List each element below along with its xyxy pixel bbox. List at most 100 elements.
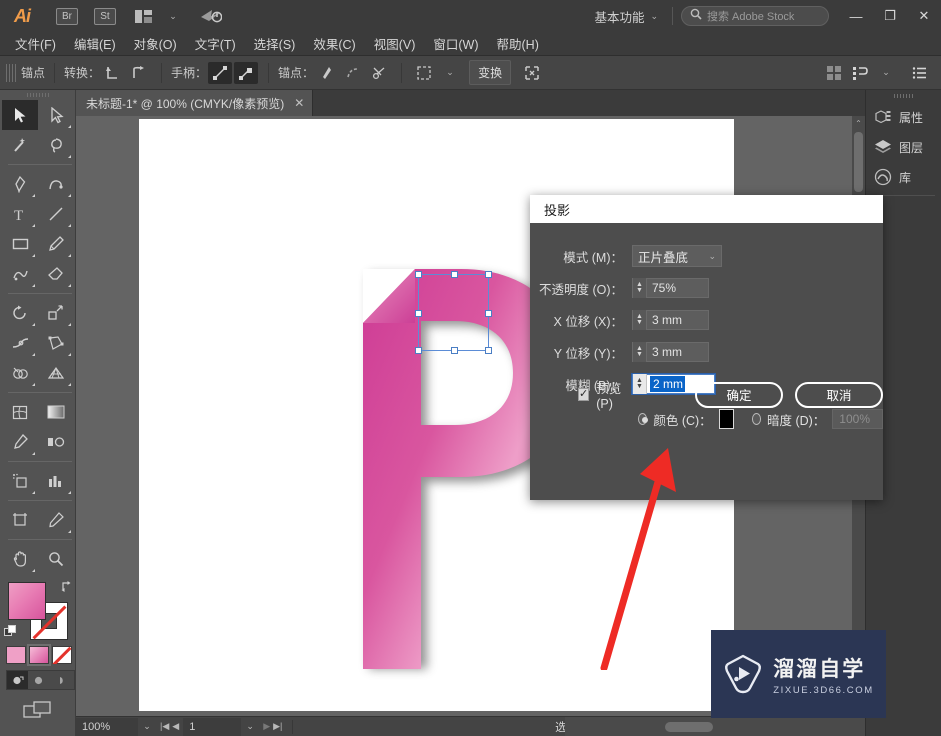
type-tool[interactable]: T [2, 199, 38, 229]
normal-screen-mode-button[interactable] [7, 671, 28, 689]
align-icon[interactable] [822, 62, 846, 84]
hand-tool[interactable] [2, 544, 38, 574]
perspective-grid-tool[interactable] [38, 358, 74, 388]
selection-handle[interactable] [485, 310, 492, 317]
menu-object[interactable]: 对象(O) [125, 31, 186, 56]
menu-file[interactable]: 文件(F) [6, 31, 65, 56]
paintbrush-tool[interactable] [38, 229, 74, 259]
menu-help[interactable]: 帮助(H) [488, 31, 548, 56]
first-page-icon[interactable]: |◀ [160, 721, 169, 732]
page-number-input[interactable]: 1 [183, 717, 242, 736]
canvas-horizontal-scrollbar[interactable] [565, 717, 865, 736]
selection-handle[interactable] [415, 310, 422, 317]
gradient-tool[interactable] [38, 397, 74, 427]
cancel-button[interactable]: 取消 [795, 381, 883, 408]
next-page-icon[interactable]: ▶ [263, 721, 270, 732]
bridge-icon[interactable]: Br [52, 0, 82, 32]
line-segment-tool[interactable] [38, 199, 74, 229]
remove-anchor-icon[interactable] [315, 62, 339, 84]
zoom-tool[interactable] [38, 544, 74, 574]
close-icon[interactable]: ✕ [294, 96, 304, 110]
full-screen-mode-button[interactable] [49, 671, 70, 689]
artboard-tool[interactable] [2, 505, 38, 535]
control-bar-grip[interactable] [6, 63, 16, 82]
zoom-chevron-down-icon[interactable]: ⌄ [138, 721, 156, 732]
connect-paths-icon[interactable] [341, 62, 365, 84]
selection-handle[interactable] [451, 347, 458, 354]
panel-libraries[interactable]: 库 [866, 162, 941, 192]
menu-window[interactable]: 窗口(W) [424, 31, 487, 56]
page-chevron-down-icon[interactable]: ⌄ [241, 721, 259, 732]
panel-properties[interactable]: 属性 [866, 102, 941, 132]
menu-type[interactable]: 文字(T) [186, 31, 245, 56]
opacity-stepper[interactable]: ▲ ▼ [633, 278, 647, 298]
shape-builder-tool[interactable] [2, 358, 38, 388]
ok-button[interactable]: 确定 [695, 381, 783, 408]
zoom-level-input[interactable]: 100% [76, 717, 138, 736]
slice-tool[interactable] [38, 505, 74, 535]
change-screen-mode-icon[interactable] [0, 700, 75, 720]
hide-handles-icon[interactable] [234, 61, 259, 84]
symbol-sprayer-tool[interactable] [2, 466, 38, 496]
last-page-icon[interactable]: ▶| [273, 721, 282, 732]
selection-handle[interactable] [451, 271, 458, 278]
transform-button[interactable]: 变换 [469, 60, 512, 85]
stock-icon[interactable]: St [90, 0, 120, 32]
arrange-chevron-down-icon[interactable]: ⌄ [158, 0, 188, 32]
menu-select[interactable]: 选择(S) [245, 31, 305, 56]
close-button[interactable]: ✕ [907, 0, 941, 32]
document-tab[interactable]: 未标题-1* @ 100% (CMYK/像素预览) ✕ [76, 90, 314, 116]
offset-y-input[interactable]: ▲ ▼ 3 mm [632, 342, 709, 362]
selection-handle[interactable] [485, 271, 492, 278]
chevron-down-icon[interactable]: ⌄ [438, 62, 462, 84]
mesh-tool[interactable] [2, 397, 38, 427]
rectangle-tool[interactable] [2, 229, 38, 259]
scrollbar-thumb[interactable] [665, 722, 713, 732]
magic-wand-tool[interactable] [2, 130, 38, 160]
shaper-tool[interactable] [2, 259, 38, 289]
arrange-objects-icon[interactable] [848, 62, 872, 84]
blend-tool[interactable] [38, 427, 74, 457]
isolate-selected-icon[interactable] [412, 62, 436, 84]
convert-to-smooth-icon[interactable] [127, 62, 151, 84]
none-mode-button[interactable] [52, 646, 72, 664]
show-handles-icon[interactable] [208, 61, 233, 84]
shadow-color-swatch[interactable] [718, 409, 734, 429]
eyedropper-tool[interactable] [2, 427, 38, 457]
scale-tool[interactable] [38, 298, 74, 328]
selection-handle[interactable] [415, 271, 422, 278]
stock-search-input[interactable]: 搜索 Adobe Stock [681, 6, 829, 26]
color-radio[interactable] [638, 413, 649, 425]
offset-x-stepper[interactable]: ▲ ▼ [633, 310, 647, 330]
minimize-button[interactable]: — [839, 0, 873, 32]
convert-to-corner-icon[interactable] [101, 62, 125, 84]
column-graph-tool[interactable] [38, 466, 74, 496]
opacity-input[interactable]: ▲ ▼ 75% [632, 278, 709, 298]
selection-handle[interactable] [415, 347, 422, 354]
menu-effect[interactable]: 效果(C) [304, 31, 364, 56]
scrollbar-thumb[interactable] [854, 132, 863, 192]
prev-page-icon[interactable]: ◀ [172, 721, 179, 732]
envelope-distort-icon[interactable] [520, 62, 544, 84]
width-tool[interactable] [2, 328, 38, 358]
darkness-radio[interactable] [751, 413, 761, 425]
selection-handle[interactable] [485, 347, 492, 354]
full-screen-menubar-mode-button[interactable] [28, 671, 49, 689]
pen-tool[interactable] [2, 169, 38, 199]
selection-tool[interactable] [2, 100, 38, 130]
direct-selection-tool[interactable] [38, 100, 74, 130]
cut-path-icon[interactable] [367, 62, 391, 84]
preview-checkbox[interactable]: ✓ [578, 388, 590, 401]
lasso-tool[interactable] [38, 130, 74, 160]
chevron-down-icon[interactable]: ⌄ [874, 62, 898, 84]
swap-fill-stroke-icon[interactable] [61, 580, 74, 596]
maximize-button[interactable]: ❐ [873, 0, 907, 32]
arrange-documents-icon[interactable] [128, 0, 158, 32]
panel-layers[interactable]: 图层 [866, 132, 941, 162]
eraser-tool[interactable] [38, 259, 74, 289]
rotate-tool[interactable] [2, 298, 38, 328]
cloud-sync-icon[interactable] [196, 0, 226, 32]
color-mode-button[interactable] [6, 646, 26, 664]
workspace-switcher[interactable]: 基本功能 ⌄ [588, 5, 664, 27]
curvature-tool[interactable] [38, 169, 74, 199]
